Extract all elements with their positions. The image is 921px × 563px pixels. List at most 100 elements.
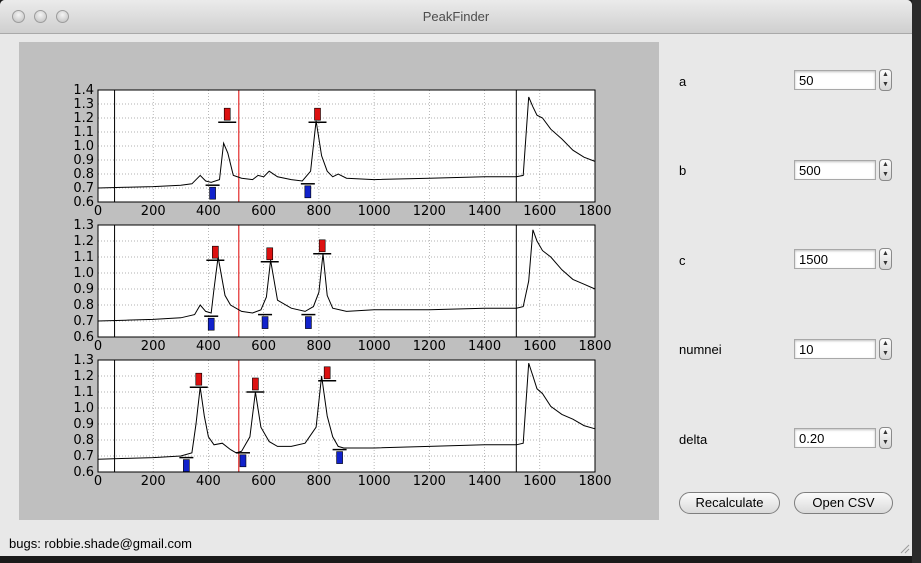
y-tick-label: 1.3 [73, 97, 94, 112]
x-tick-label: 1600 [523, 204, 556, 219]
chevron-up-icon[interactable]: ▲ [880, 160, 891, 170]
delta-spinner[interactable]: ▲ ▼ [879, 427, 892, 449]
numnei-input[interactable]: 10 [794, 339, 876, 359]
y-tick-label: 1.2 [73, 369, 94, 384]
plot-3-axes-background [98, 360, 595, 472]
x-tick-label: 200 [141, 474, 166, 489]
peak-min-marker [305, 316, 312, 329]
y-tick-label: 1.3 [73, 218, 94, 233]
peak-min-marker [207, 317, 215, 331]
y-tick-label: 1.2 [73, 111, 94, 126]
peak-max-marker [266, 247, 274, 261]
x-tick-label: 1200 [413, 474, 446, 489]
delta-input[interactable]: 0.20 [794, 428, 876, 448]
b-input[interactable]: 500 [794, 160, 876, 180]
y-tick-label: 1.0 [73, 139, 94, 154]
b-spinner[interactable]: ▲ ▼ [879, 159, 892, 181]
y-tick-label: 0.9 [73, 153, 94, 168]
plot-2-axes-background [98, 225, 595, 337]
label-c: c [679, 253, 686, 268]
x-tick-label: 800 [306, 339, 331, 354]
chevron-down-icon[interactable]: ▼ [880, 80, 891, 90]
x-tick-label: 200 [141, 339, 166, 354]
y-tick-label: 0.8 [73, 433, 94, 448]
x-tick-label: 1000 [358, 474, 391, 489]
x-tick-label: 1400 [468, 204, 501, 219]
chevron-down-icon[interactable]: ▼ [880, 259, 891, 269]
x-tick-label: 1200 [413, 204, 446, 219]
x-tick-label: 0 [94, 339, 102, 354]
desktop-background [912, 0, 921, 563]
label-a: a [679, 74, 687, 89]
recalculate-button[interactable]: Recalculate [679, 492, 780, 514]
peak-min-marker [239, 454, 247, 468]
peak-max-marker [223, 107, 231, 121]
peak-max-marker [318, 239, 326, 253]
window-title: PeakFinder [422, 9, 490, 24]
title-bar[interactable]: PeakFinder [0, 0, 912, 34]
x-tick-label: 600 [251, 204, 276, 219]
peak-max-marker [212, 245, 219, 259]
y-tick-label: 0.6 [73, 465, 94, 480]
x-tick-label: 600 [251, 339, 276, 354]
resize-grip-icon[interactable] [898, 542, 910, 554]
y-tick-label: 0.8 [73, 167, 94, 182]
peak-max-marker [314, 107, 321, 121]
x-tick-label: 1400 [468, 474, 501, 489]
peak-min-marker [261, 316, 269, 329]
chevron-up-icon[interactable]: ▲ [880, 249, 891, 259]
peak-min-marker [336, 451, 343, 464]
y-tick-label: 1.1 [73, 385, 94, 400]
numnei-spinner[interactable]: ▲ ▼ [879, 338, 892, 360]
y-tick-label: 1.3 [73, 353, 94, 368]
x-tick-label: 400 [196, 339, 221, 354]
x-tick-label: 0 [94, 204, 102, 219]
chevron-down-icon[interactable]: ▼ [880, 170, 891, 180]
peak-max-marker [323, 366, 331, 380]
y-tick-label: 1.0 [73, 401, 94, 416]
a-input[interactable]: 50 [794, 70, 876, 90]
charts-svg: 0 200 400 600 800 1000 1200 1400 1600 18000.60.70… [73, 83, 611, 489]
y-tick-label: 1.2 [73, 234, 94, 249]
y-tick-label: 0.7 [73, 181, 94, 196]
peakfinder-window: PeakFinder 0 200 400 600 800 1000 1200 1400 1600… [0, 0, 912, 556]
x-tick-label: 200 [141, 204, 166, 219]
y-tick-label: 0.9 [73, 282, 94, 297]
x-tick-label: 1600 [523, 339, 556, 354]
x-tick-label: 1000 [358, 204, 391, 219]
a-spinner[interactable]: ▲ ▼ [879, 69, 892, 91]
y-tick-label: 0.7 [73, 449, 94, 464]
open-csv-button[interactable]: Open CSV [794, 492, 893, 514]
x-tick-label: 1800 [578, 339, 611, 354]
x-tick-label: 400 [196, 474, 221, 489]
plot-canvas[interactable]: 0 200 400 600 800 1000 1200 1400 1600 1800 0.6 0.7 0… [19, 42, 659, 520]
x-tick-label: 800 [306, 474, 331, 489]
x-tick-label: 1400 [468, 339, 501, 354]
x-tick-label: 600 [251, 474, 276, 489]
x-tick-label: 800 [306, 204, 331, 219]
chevron-down-icon[interactable]: ▼ [880, 438, 891, 448]
c-spinner[interactable]: ▲ ▼ [879, 248, 892, 270]
c-input[interactable]: 1500 [794, 249, 876, 269]
label-b: b [679, 163, 687, 178]
chevron-up-icon[interactable]: ▲ [880, 70, 891, 80]
x-tick-label: 1800 [578, 204, 611, 219]
y-tick-label: 1.1 [73, 125, 94, 140]
peak-max-marker [195, 372, 203, 386]
chevron-up-icon[interactable]: ▲ [880, 428, 891, 438]
y-tick-label: 1.4 [73, 83, 94, 98]
y-tick-label: 0.6 [73, 330, 94, 345]
chevron-up-icon[interactable]: ▲ [880, 339, 891, 349]
y-tick-label: 1.0 [73, 266, 94, 281]
x-tick-label: 0 [94, 474, 102, 489]
y-tick-label: 0.9 [73, 417, 94, 432]
peak-min-marker [304, 185, 312, 199]
peak-max-marker [252, 377, 259, 391]
y-tick-label: 0.7 [73, 314, 94, 329]
x-tick-label: 1200 [413, 339, 446, 354]
label-numnei: numnei [679, 342, 722, 357]
chevron-down-icon[interactable]: ▼ [880, 349, 891, 359]
y-tick-label: 0.6 [73, 195, 94, 210]
y-tick-label: 1.1 [73, 250, 94, 265]
status-bar-text: bugs: robbie.shade@gmail.com [9, 536, 193, 551]
